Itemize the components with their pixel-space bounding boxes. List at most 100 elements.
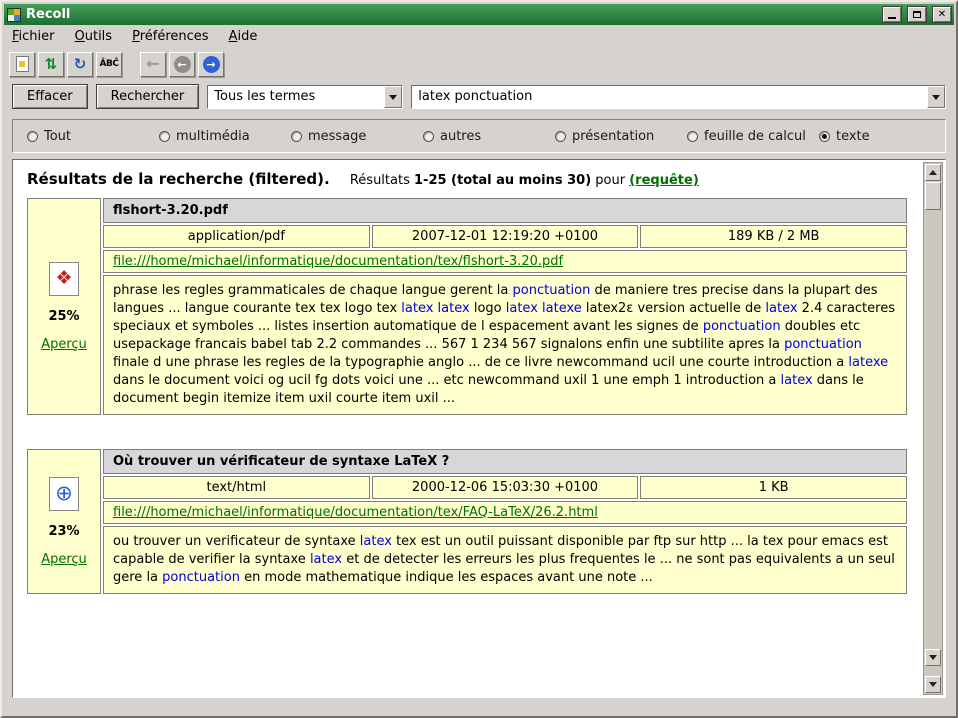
- menu-fichier-label: ichier: [19, 29, 55, 44]
- result-abstract: phrase les regles grammaticales de chaqu…: [103, 275, 907, 415]
- result-size: 189 KB / 2 MB: [640, 225, 907, 248]
- filter-label: texte: [836, 129, 870, 144]
- filter-radio-tout[interactable]: Tout: [27, 129, 159, 144]
- pdf-glyph: ❖: [55, 269, 72, 288]
- search-query-combo: [411, 85, 946, 109]
- clear-search-icon: [16, 56, 29, 72]
- radio-icon: [819, 131, 830, 142]
- result-url-link[interactable]: file:///home/michael/informatique/docume…: [113, 505, 598, 520]
- pdf-file-icon[interactable]: ❖: [49, 262, 79, 296]
- chevron-down-icon: [389, 95, 397, 104]
- filter-radio-message[interactable]: message: [291, 129, 423, 144]
- titlebar[interactable]: Recoll ✕: [4, 4, 954, 25]
- result-filename: flshort-3.20.pdf: [103, 198, 907, 223]
- result-meta-row: text/html 2000-12-06 15:03:30 +0100 1 KB: [103, 476, 907, 499]
- menu-aide[interactable]: Aide: [229, 29, 258, 44]
- menu-preferences[interactable]: Préférences: [132, 29, 208, 44]
- arrow-down-icon: [929, 655, 937, 664]
- filter-radio-presentation[interactable]: présentation: [555, 129, 687, 144]
- menu-fichier[interactable]: Fichier: [12, 29, 55, 44]
- effacer-button[interactable]: Effacer: [12, 84, 88, 109]
- result-mime: text/html: [103, 476, 370, 499]
- toolbar: ⇅ ↻ ÂBĈ ← ← →: [4, 48, 954, 80]
- search-input[interactable]: [412, 86, 927, 108]
- preview-link[interactable]: Aperçu: [41, 337, 87, 352]
- result-list: Résultats de la recherche (filtered). Ré…: [12, 159, 946, 698]
- radio-icon: [27, 131, 38, 142]
- result-url-row: file:///home/michael/informatique/docume…: [103, 250, 907, 273]
- minimize-button[interactable]: [883, 7, 901, 22]
- results-pour: pour: [595, 173, 625, 188]
- previous-page-icon: ←: [174, 56, 191, 73]
- menu-preferences-accel: P: [132, 29, 140, 44]
- radio-icon: [291, 131, 302, 142]
- radio-icon: [159, 131, 170, 142]
- radio-icon: [687, 131, 698, 142]
- app-icon: [7, 8, 21, 22]
- sort-by-dates-button[interactable]: ⇅: [38, 52, 64, 77]
- result-url-row: file:///home/michael/informatique/docume…: [103, 501, 907, 524]
- filter-radio-feuille-de-calcul[interactable]: feuille de calcul: [687, 129, 819, 144]
- scroll-thumb[interactable]: [925, 182, 941, 210]
- recoll-window: Recoll ✕ Fichier Outils Préférences Aide…: [0, 0, 958, 718]
- menubar: Fichier Outils Préférences Aide: [4, 25, 954, 48]
- term-explorer-button[interactable]: ÂBĈ: [96, 52, 122, 77]
- sort-by-dates-icon: ⇅: [45, 57, 58, 72]
- html-file-icon[interactable]: ⊕: [49, 477, 79, 511]
- result-table: Où trouver un vérificateur de syntaxe La…: [103, 449, 907, 594]
- history-button[interactable]: ↻: [67, 52, 93, 77]
- close-button[interactable]: ✕: [933, 7, 951, 22]
- results-scrollbar[interactable]: [923, 162, 943, 695]
- result-table: flshort-3.20.pdf application/pdf 2007-12…: [103, 198, 907, 415]
- filter-label: Tout: [44, 129, 71, 144]
- next-page-button[interactable]: →: [198, 52, 224, 77]
- term-explorer-icon: ÂBĈ: [100, 59, 119, 69]
- filter-radio-multimedia[interactable]: multimédia: [159, 129, 291, 144]
- filter-label: multimédia: [176, 129, 250, 144]
- scroll-up-button[interactable]: [925, 164, 941, 181]
- menu-aide-label: ide: [237, 29, 257, 44]
- filter-label: autres: [440, 129, 481, 144]
- search-history-dropdown-button[interactable]: [927, 86, 945, 108]
- result-meta-row: application/pdf 2007-12-01 12:19:20 +010…: [103, 225, 907, 248]
- arrow-down-icon: [929, 682, 937, 691]
- result-date: 2007-12-01 12:19:20 +0100: [372, 225, 639, 248]
- result-side-panel: ❖ 25% Aperçu: [27, 198, 101, 415]
- result-side-panel: ⊕ 23% Aperçu: [27, 449, 101, 594]
- window-title: Recoll: [26, 7, 876, 22]
- close-icon: ✕: [938, 10, 946, 20]
- scroll-down-button[interactable]: [925, 649, 941, 666]
- category-filter-bar: Tout multimédia message autres présentat…: [12, 119, 946, 153]
- result-row: ⊕ 23% Aperçu Où trouver un vérificateur …: [27, 449, 907, 594]
- results-range: 1-25 (total au moins 30): [414, 173, 591, 188]
- results-count-label: Résultats: [350, 173, 410, 188]
- result-mime: application/pdf: [103, 225, 370, 248]
- preview-link[interactable]: Aperçu: [41, 552, 87, 567]
- result-row: ❖ 25% Aperçu flshort-3.20.pdf applicatio…: [27, 198, 907, 415]
- search-type-select[interactable]: Tous les termes: [207, 85, 403, 109]
- menu-outils[interactable]: Outils: [75, 29, 113, 44]
- previous-page-button[interactable]: ←: [169, 52, 195, 77]
- maximize-button[interactable]: [908, 7, 926, 22]
- nav-back-button[interactable]: ←: [140, 52, 166, 77]
- rechercher-button[interactable]: Rechercher: [96, 84, 200, 109]
- search-type-dropdown-button[interactable]: [384, 86, 402, 108]
- result-title: Où trouver un vérificateur de syntaxe La…: [103, 449, 907, 474]
- next-page-icon: →: [203, 56, 220, 73]
- results-title: Résultats de la recherche (filtered).: [27, 170, 330, 188]
- clear-search-button[interactable]: [9, 52, 35, 77]
- maximize-icon: [913, 11, 921, 18]
- scroll-down-button-2[interactable]: [925, 676, 941, 693]
- result-size: 1 KB: [640, 476, 907, 499]
- minimize-icon: [888, 17, 896, 19]
- filter-radio-autres[interactable]: autres: [423, 129, 555, 144]
- radio-icon: [423, 131, 434, 142]
- query-link[interactable]: (requête): [629, 173, 699, 188]
- filter-label: feuille de calcul: [704, 129, 806, 144]
- filter-radio-texte[interactable]: texte: [819, 129, 870, 144]
- filter-label: message: [308, 129, 366, 144]
- html-glyph: ⊕: [55, 483, 73, 504]
- menu-outils-accel: O: [75, 29, 85, 44]
- result-url-link[interactable]: file:///home/michael/informatique/docume…: [113, 254, 563, 269]
- filter-label: présentation: [572, 129, 654, 144]
